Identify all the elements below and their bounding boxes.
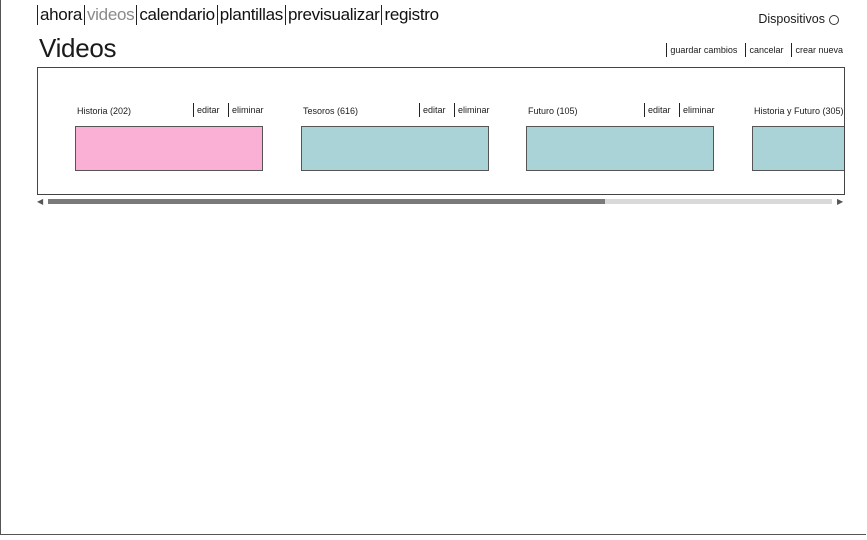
card-title: Historia (202) <box>77 106 132 116</box>
card-thumbnail[interactable] <box>752 126 844 171</box>
page-actions: guardar cambios cancelar crear nueva <box>666 43 843 57</box>
card-thumbnail[interactable] <box>75 126 263 171</box>
nav-item-plantillas[interactable]: plantillas <box>216 5 285 25</box>
main-nav: ahora videos calendario plantillas previ… <box>37 3 441 25</box>
delete-button[interactable]: eliminar <box>454 103 490 117</box>
video-card: Historia (202) editar eliminar <box>75 68 265 194</box>
edit-button[interactable]: editar <box>419 103 446 117</box>
edit-button[interactable]: editar <box>193 103 220 117</box>
card-title: Tesoros (616) <box>303 106 359 116</box>
scroll-right-arrow-icon[interactable]: ▶ <box>837 198 843 206</box>
scroll-thumb[interactable] <box>48 199 605 204</box>
create-new-button[interactable]: crear nueva <box>791 43 843 57</box>
video-card: Historia y Futuro (305) editar eliminar <box>752 68 844 194</box>
devices-label: Dispositivos <box>758 12 825 26</box>
scroll-left-arrow-icon[interactable]: ◀ <box>37 198 43 206</box>
nav-item-videos[interactable]: videos <box>83 5 136 25</box>
nav-item-calendario[interactable]: calendario <box>136 5 216 25</box>
card-thumbnail[interactable] <box>526 126 714 171</box>
video-card: Tesoros (616) editar eliminar <box>301 68 491 194</box>
save-changes-button[interactable]: guardar cambios <box>666 43 737 57</box>
card-thumbnail[interactable] <box>301 126 489 171</box>
nav-item-ahora[interactable]: ahora <box>37 5 84 25</box>
circle-icon <box>829 15 839 25</box>
delete-button[interactable]: eliminar <box>228 103 264 117</box>
card-title: Futuro (105) <box>528 106 578 116</box>
horizontal-scrollbar[interactable]: ◀ ▶ <box>37 196 845 208</box>
cancel-button[interactable]: cancelar <box>745 43 783 57</box>
video-carousel: Historia (202) editar eliminar Tesoros (… <box>37 67 845 195</box>
delete-button[interactable]: eliminar <box>679 103 715 117</box>
edit-button[interactable]: editar <box>644 103 671 117</box>
page-title: Videos <box>39 33 117 63</box>
card-title: Historia y Futuro (305) <box>754 106 844 116</box>
scroll-track[interactable] <box>48 199 832 204</box>
nav-item-previsualizar[interactable]: previsualizar <box>284 5 382 25</box>
devices-toggle[interactable]: Dispositivos <box>758 12 839 26</box>
video-card: Futuro (105) editar eliminar <box>526 68 716 194</box>
nav-item-registro[interactable]: registro <box>381 5 440 25</box>
